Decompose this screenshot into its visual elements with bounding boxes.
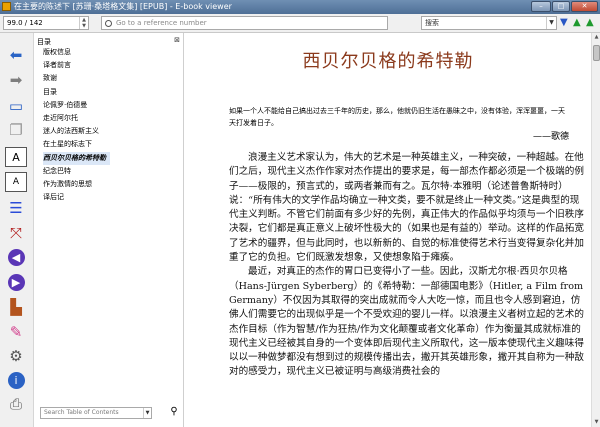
- page-number-input[interactable]: 99.0 / 142 ▲ ▼: [3, 16, 89, 30]
- book-content: 西贝尔贝格的希特勒 如果一个人不能给自己搞出过去三千年的历史，那么，他就仍旧生活…: [185, 33, 591, 427]
- back-icon[interactable]: ⬅: [5, 45, 27, 65]
- search-value: 搜索: [425, 19, 439, 27]
- info-icon[interactable]: i: [5, 370, 27, 390]
- library-icon[interactable]: ▭: [5, 96, 27, 116]
- title-bar: 在主要的陈述下 [苏珊·桑塔格文集] [EPUB] - E-book viewe…: [0, 0, 600, 14]
- epigraph: 如果一个人不能给自己搞出过去三千年的历史，那么，他就仍旧生活在愚昧之中，没有体验…: [229, 107, 565, 127]
- chapter-title: 西贝尔贝格的希特勒: [302, 51, 474, 72]
- window-title: 在主要的陈述下 [苏珊·桑塔格文集] [EPUB] - E-book viewe…: [14, 2, 232, 11]
- theme-icon[interactable]: ✎: [5, 322, 27, 342]
- find-next-icon[interactable]: ▲: [573, 18, 581, 28]
- reference-mode-icon[interactable]: ▙: [5, 297, 27, 317]
- toc-item[interactable]: 在土星的标志下: [43, 138, 110, 151]
- reference-input[interactable]: Go to a reference number: [101, 16, 388, 30]
- toc-item[interactable]: 目录: [43, 86, 110, 99]
- toc-item[interactable]: 迷人的法西斯主义: [43, 125, 110, 138]
- toc-panel: 目录 ⊠ 版权信息 译者前言 致谢 目录 论佩罗·伯德曼 走近阿尔托 迷人的法西斯主义 在土星…: [34, 33, 184, 427]
- scroll-down-icon[interactable]: ▼: [592, 418, 600, 427]
- toc-close-icon[interactable]: ⊠: [174, 36, 180, 44]
- scroll-up-icon[interactable]: ▲: [592, 33, 600, 42]
- reference-placeholder: Go to a reference number: [116, 19, 207, 27]
- toc-item[interactable]: 走近阿尔托: [43, 112, 110, 125]
- next-page-icon[interactable]: ▶: [5, 272, 27, 292]
- scroll-thumb[interactable]: [593, 45, 600, 61]
- toc-search-placeholder: Search Table of Contents: [44, 409, 119, 416]
- fullscreen-icon[interactable]: ⤧: [5, 223, 27, 243]
- maximize-button[interactable]: □: [552, 1, 570, 12]
- find-up-icon[interactable]: ▲: [586, 18, 594, 28]
- toc-search-input[interactable]: Search Table of Contents ▼: [40, 407, 152, 419]
- toc-item[interactable]: 论佩罗·伯德曼: [43, 99, 110, 112]
- preferences-icon[interactable]: ⚙: [5, 346, 27, 366]
- toc-item[interactable]: 译后记: [43, 191, 110, 204]
- app-icon: [2, 2, 11, 11]
- binoculars-icon[interactable]: ⚲: [166, 405, 182, 419]
- copy-icon[interactable]: ❐: [5, 120, 27, 140]
- vertical-scrollbar[interactable]: ▲ ▼: [591, 33, 600, 427]
- toc-header: 目录 ⊠: [34, 36, 184, 46]
- find-previous-icon[interactable]: ▼: [560, 18, 568, 28]
- paragraph: 最近，对真正的杰作的胃口已变得小了一些。因此，汉斯尤尔根·西贝尔贝格（Hans-…: [229, 266, 584, 378]
- toc-list: 版权信息 译者前言 致谢 目录 论佩罗·伯德曼 走近阿尔托 迷人的法西斯主义 在土星的标志下西…: [43, 46, 110, 204]
- toc-item[interactable]: 西贝尔贝格的希特勒: [43, 151, 110, 165]
- font-smaller-icon[interactable]: A: [5, 172, 27, 192]
- toc-item[interactable]: 译者前言: [43, 59, 110, 72]
- chevron-down-icon[interactable]: ▼: [546, 17, 556, 29]
- toc-item[interactable]: 纪念巴特: [43, 165, 110, 178]
- paragraph: 浪漫主义艺术家认为，伟大的艺术是一种英雄主义，一种突破，一种超越。在他们之后，现…: [229, 152, 584, 264]
- search-icon: [105, 20, 112, 27]
- previous-page-icon[interactable]: ◀: [5, 247, 27, 267]
- navigation-bar: 99.0 / 142 ▲ ▼ Go to a reference number 搜…: [0, 14, 600, 33]
- chapter-body: 浪漫主义艺术家认为，伟大的艺术是一种英雄主义，一种突破，一种超越。在他们之后，现…: [229, 151, 584, 380]
- font-larger-icon[interactable]: A: [5, 147, 27, 167]
- search-input[interactable]: 搜索 ▼: [421, 16, 557, 30]
- toc-icon[interactable]: ☰: [5, 198, 27, 218]
- page-number-value: 99.0 / 142: [7, 19, 43, 27]
- toc-item[interactable]: 作为激情的思想: [43, 178, 110, 191]
- print-icon[interactable]: ⎙: [5, 394, 27, 414]
- toc-item[interactable]: 版权信息: [43, 46, 110, 59]
- page-spinner[interactable]: ▲ ▼: [79, 17, 88, 29]
- toc-item[interactable]: 致谢: [43, 72, 110, 85]
- left-toolbar: ⬅ ➡ ▭ ❐ A A ☰ ⤧ ◀ ▶ ▙ ✎ ⚙ i ⎙: [0, 33, 34, 427]
- epigraph-author: ——歌德: [532, 132, 569, 142]
- close-button[interactable]: ✕: [571, 1, 598, 12]
- forward-icon[interactable]: ➡: [5, 70, 27, 90]
- chevron-down-icon[interactable]: ▼: [143, 408, 151, 418]
- minimize-button[interactable]: –: [531, 1, 551, 12]
